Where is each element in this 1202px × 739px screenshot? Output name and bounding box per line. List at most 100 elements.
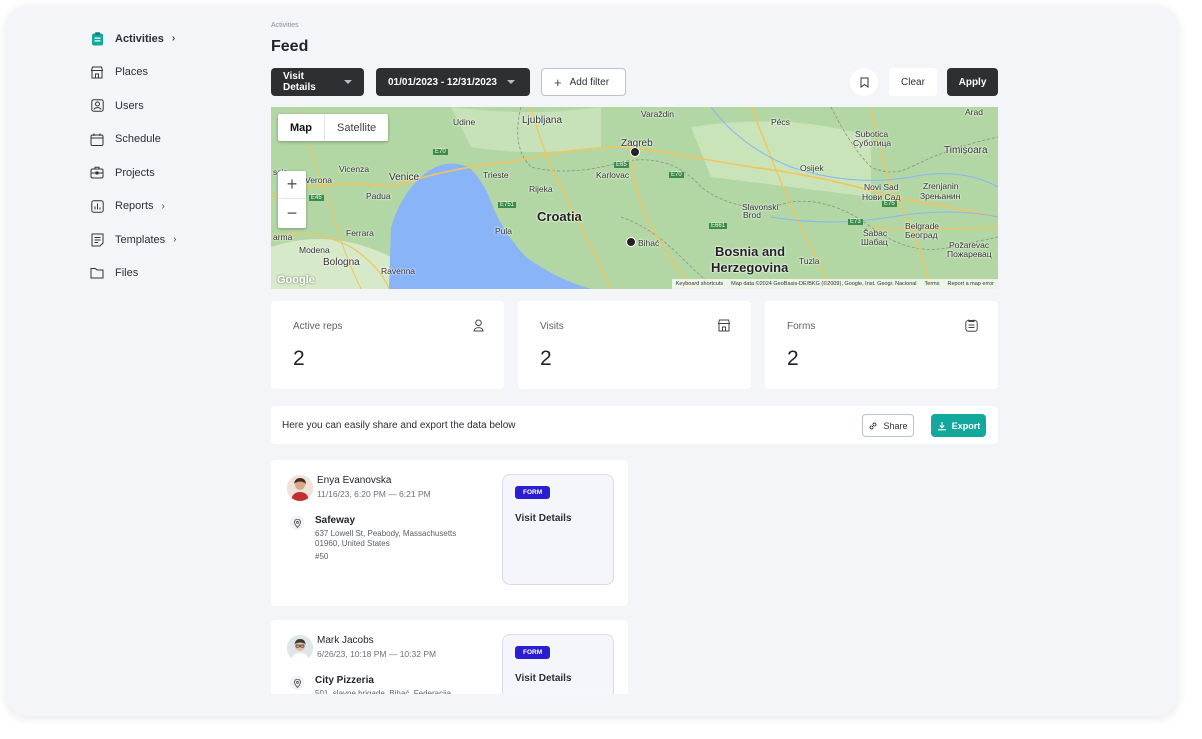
sidebar-item-activities[interactable]: Activities › xyxy=(90,22,250,56)
sidebar-item-files[interactable]: Files xyxy=(90,257,250,291)
stat-label: Visits xyxy=(540,321,564,332)
map-label: Zrenjanin xyxy=(923,181,959,191)
map-label: Trieste xyxy=(483,170,509,180)
form-filter-dropdown[interactable]: Visit Details xyxy=(271,68,364,96)
activity-card[interactable]: Enya Evanovska 11/16/23, 6:20 PM — 6:21 … xyxy=(271,460,628,606)
map-label: Arad xyxy=(965,107,983,117)
add-filter-button[interactable]: + Add filter xyxy=(541,68,626,96)
place-name[interactable]: Safeway xyxy=(315,515,355,526)
bookmark-button[interactable] xyxy=(850,68,878,96)
map-label: Udine xyxy=(453,117,476,127)
place-address: 637 Lowell St, Peabody, Massachusetts 01… xyxy=(315,529,457,548)
chevron-right-icon: › xyxy=(173,234,177,246)
sidebar: Activities › Places Users Schedule Proje… xyxy=(90,22,250,290)
map-type-map-button[interactable]: Map xyxy=(278,114,325,141)
zoom-in-button[interactable]: + xyxy=(278,171,306,199)
clear-button[interactable]: Clear xyxy=(889,68,937,96)
map-view[interactable]: Arad Udine Ljubljana Varaždin Pécs Subot… xyxy=(271,107,998,289)
stat-value: 2 xyxy=(293,347,305,370)
road-shield: E45 xyxy=(309,195,324,201)
map-label: Brod xyxy=(743,210,761,220)
report-map-error-link[interactable]: Report a map error xyxy=(948,281,994,287)
user-icon xyxy=(473,319,484,337)
form-preview[interactable]: FORM Visit Details xyxy=(502,474,614,585)
clipboard-icon xyxy=(90,32,104,46)
sidebar-item-label: Projects xyxy=(115,166,155,179)
date-range-dropdown[interactable]: 01/01/2023 - 12/31/2023 xyxy=(376,68,530,96)
map-label: Tuzla xyxy=(799,256,820,266)
form-icon xyxy=(965,319,978,337)
download-icon xyxy=(937,421,946,430)
share-button[interactable]: Share xyxy=(862,414,914,437)
add-filter-label: Add filter xyxy=(569,76,610,88)
road-shield: E70 xyxy=(433,149,448,155)
sidebar-item-users[interactable]: Users xyxy=(90,89,250,123)
apply-button[interactable]: Apply xyxy=(947,68,998,96)
road-shield: E661 xyxy=(709,223,728,229)
road-shield: E75 xyxy=(882,201,897,207)
avatar xyxy=(287,635,313,661)
sidebar-item-projects[interactable]: Projects xyxy=(90,156,250,190)
map-label: Novi Sad xyxy=(864,182,899,192)
zoom-control: + − xyxy=(278,171,306,228)
stat-card-visits: Visits 2 xyxy=(518,301,751,389)
map-type-control: Map Satellite xyxy=(278,114,389,141)
map-marker[interactable] xyxy=(630,147,640,157)
rep-name: Mark Jacobs xyxy=(317,635,374,646)
store-icon xyxy=(717,319,731,337)
caret-down-icon xyxy=(506,80,515,84)
map-data-text: Map data ©2024 GeoBasis-DE/BKG (©2009), … xyxy=(731,281,917,287)
sidebar-item-schedule[interactable]: Schedule xyxy=(90,123,250,157)
map-marker[interactable] xyxy=(626,237,636,247)
form-title: Visit Details xyxy=(515,673,572,684)
export-label: Export xyxy=(951,420,981,431)
map-label: Зрењанин xyxy=(920,191,961,201)
visit-time: 6/26/23, 10:18 PM — 10:32 PM xyxy=(317,649,437,659)
folder-icon xyxy=(90,266,104,280)
map-label: Bologna xyxy=(323,257,360,268)
form-badge: FORM xyxy=(515,646,551,659)
calendar-icon xyxy=(90,132,104,146)
share-export-hint: Here you can easily share and export the… xyxy=(282,420,516,431)
map-label: Pécs xyxy=(771,117,790,127)
map-label: Timișoara xyxy=(944,145,988,156)
share-label: Share xyxy=(883,420,908,431)
chevron-right-icon: › xyxy=(161,200,165,212)
map-label: Herzegovina xyxy=(711,260,789,275)
visit-time: 11/16/23, 6:20 PM — 6:21 PM xyxy=(317,489,431,499)
sidebar-item-templates[interactable]: Templates › xyxy=(90,223,250,257)
link-icon xyxy=(869,422,877,429)
map-label: Pula xyxy=(495,226,513,236)
user-icon xyxy=(90,99,104,113)
bookmark-icon xyxy=(860,77,868,88)
sidebar-item-label: Users xyxy=(115,99,144,112)
road-shield: E65 xyxy=(614,162,629,168)
sidebar-item-places[interactable]: Places xyxy=(90,56,250,90)
keyboard-shortcuts-link[interactable]: Keyboard shortcuts xyxy=(676,281,723,287)
map-label: Суботица xyxy=(853,138,892,148)
breadcrumb[interactable]: Activities xyxy=(271,22,299,29)
export-button[interactable]: Export xyxy=(931,414,986,437)
location-pin-icon xyxy=(290,516,304,530)
stat-value: 2 xyxy=(787,347,799,370)
stat-label: Active reps xyxy=(293,321,343,332)
form-filter-label: Visit Details xyxy=(283,71,316,93)
terms-link[interactable]: Terms xyxy=(925,281,940,287)
sidebar-item-reports[interactable]: Reports › xyxy=(90,190,250,224)
plus-icon: + xyxy=(554,74,562,90)
store-icon xyxy=(90,65,104,79)
map-label: Београд xyxy=(905,230,938,240)
map-label: Croatia xyxy=(537,209,582,224)
map-label: Шабац xyxy=(861,237,888,247)
avatar xyxy=(287,475,313,501)
map-label: Ljubljana xyxy=(522,115,563,126)
zoom-out-button[interactable]: − xyxy=(278,199,306,227)
map-type-satellite-button[interactable]: Satellite xyxy=(325,114,388,141)
sidebar-item-label: Activities xyxy=(115,32,164,45)
rep-name: Enya Evanovska xyxy=(317,475,392,486)
place-name[interactable]: City Pizzeria xyxy=(315,675,374,686)
stat-value: 2 xyxy=(540,347,552,370)
map-label: Venice xyxy=(389,172,420,183)
google-logo: Google xyxy=(277,274,315,286)
stat-card-active-reps: Active reps 2 xyxy=(271,301,504,389)
